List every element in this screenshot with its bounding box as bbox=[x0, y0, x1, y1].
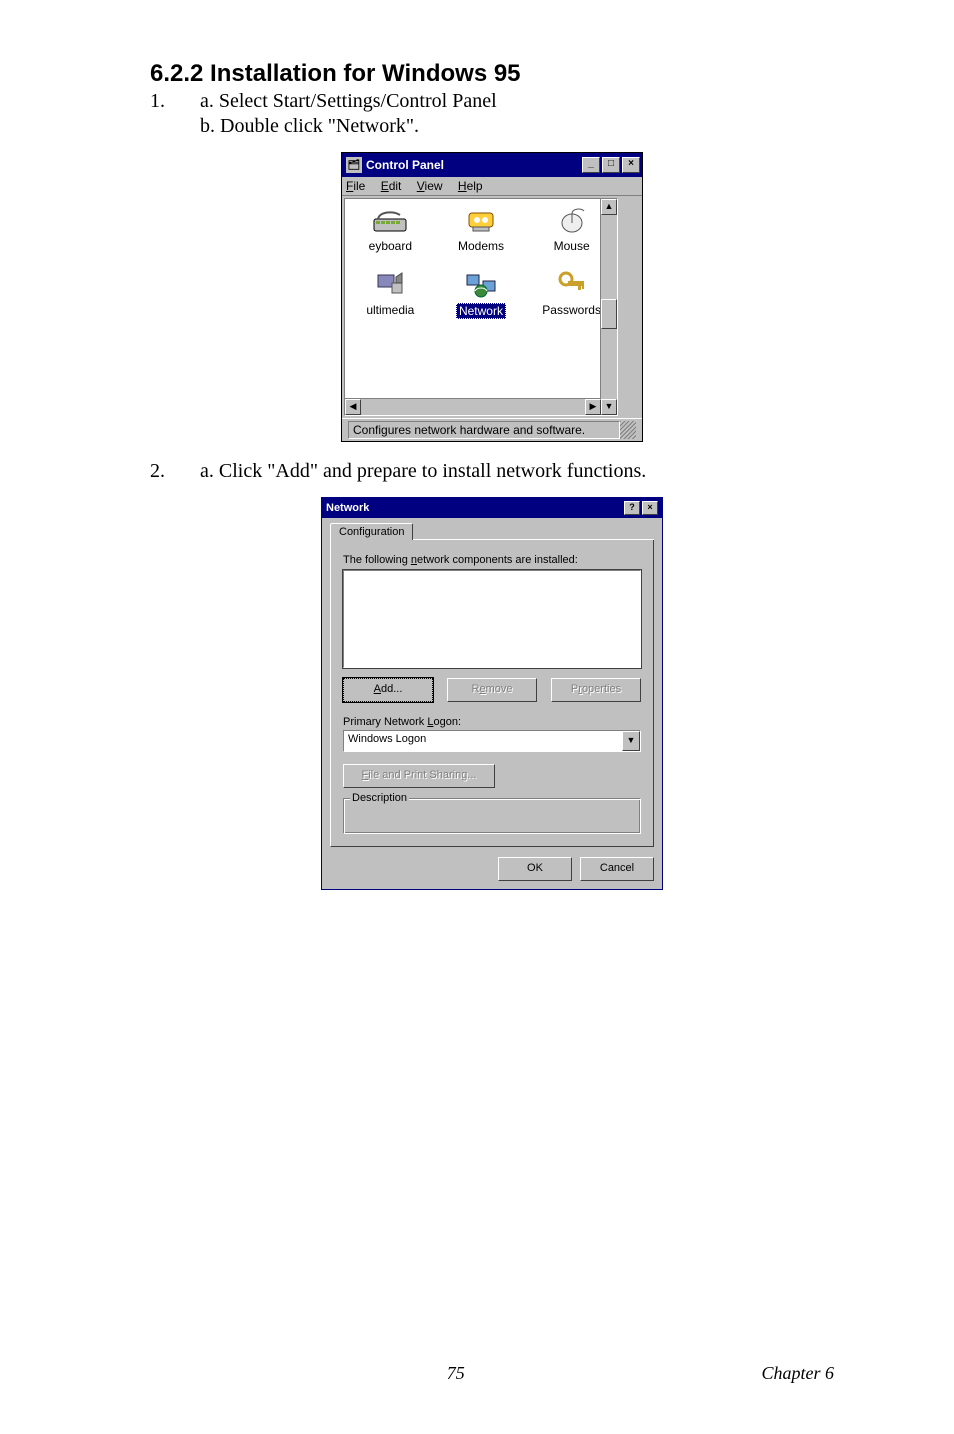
step-2a: 2. a. Click "Add" and prepare to install… bbox=[150, 460, 834, 483]
menubar: File Edit View Help bbox=[342, 177, 642, 196]
minimize-button[interactable]: _ bbox=[582, 157, 600, 173]
client-area: eyboard Modems Mouse ultimedia bbox=[344, 198, 618, 416]
step-1a-text: a. Select Start/Settings/Control Panel bbox=[200, 90, 834, 113]
modem-icon bbox=[463, 205, 499, 235]
icon-label: eyboard bbox=[350, 239, 430, 253]
window-title: Control Panel bbox=[366, 158, 444, 172]
file-print-sharing-button: File and Print Sharing... bbox=[343, 764, 495, 788]
description-label: Description bbox=[350, 792, 409, 804]
close-button[interactable]: × bbox=[642, 501, 658, 515]
control-panel-window: 🗂 Control Panel _ □ × File Edit View Hel… bbox=[341, 152, 643, 442]
help-button[interactable]: ? bbox=[624, 501, 640, 515]
network-dialog: Network ? × Configuration The following … bbox=[321, 497, 663, 890]
menu-file[interactable]: File bbox=[346, 179, 365, 193]
step-1b-text: b. Double click "Network". bbox=[200, 115, 834, 138]
icon-keyboard[interactable]: eyboard bbox=[350, 205, 430, 253]
description-group: Description bbox=[343, 798, 641, 834]
statusbar: Configures network hardware and software… bbox=[342, 418, 642, 441]
dialog-title: Network bbox=[326, 502, 369, 514]
tab-panel: The following network components are ins… bbox=[330, 539, 654, 847]
icon-label: Network bbox=[456, 303, 506, 319]
primary-logon-label: Primary Network Logon: bbox=[343, 716, 641, 728]
vertical-scrollbar[interactable]: ▲ ▼ bbox=[600, 199, 617, 415]
scroll-left-button[interactable]: ◀ bbox=[345, 399, 361, 415]
page-number: 75 bbox=[447, 1363, 465, 1384]
step-2a-text: a. Click "Add" and prepare to install ne… bbox=[200, 460, 834, 483]
icon-label: ultimedia bbox=[350, 303, 430, 317]
icon-network[interactable]: Network bbox=[441, 269, 521, 319]
tab-configuration[interactable]: Configuration bbox=[330, 523, 413, 540]
step-1a: 1. a. Select Start/Settings/Control Pane… bbox=[150, 90, 834, 113]
properties-button: Properties bbox=[551, 678, 641, 702]
remove-button: Remove bbox=[447, 678, 537, 702]
maximize-button[interactable]: □ bbox=[602, 157, 620, 173]
keyboard-icon bbox=[372, 205, 408, 235]
passwords-icon bbox=[554, 269, 590, 299]
components-label: The following network components are ins… bbox=[343, 554, 641, 566]
scroll-right-button[interactable]: ▶ bbox=[585, 399, 601, 415]
menu-edit[interactable]: Edit bbox=[381, 179, 402, 193]
combo-value: Windows Logon bbox=[344, 731, 622, 751]
menu-view[interactable]: View bbox=[417, 179, 443, 193]
control-panel-icon: 🗂 bbox=[346, 157, 362, 173]
components-listbox[interactable] bbox=[343, 570, 641, 668]
menu-help[interactable]: Help bbox=[458, 179, 483, 193]
step-2-number: 2. bbox=[150, 460, 200, 483]
scroll-thumb[interactable] bbox=[601, 299, 617, 329]
icon-multimedia[interactable]: ultimedia bbox=[350, 269, 430, 319]
scroll-down-button[interactable]: ▼ bbox=[601, 399, 617, 415]
close-button[interactable]: × bbox=[622, 157, 640, 173]
status-text: Configures network hardware and software… bbox=[348, 421, 620, 439]
step-1-number: 1. bbox=[150, 90, 200, 113]
ok-button[interactable]: OK bbox=[498, 857, 572, 881]
mouse-icon bbox=[554, 205, 590, 235]
step-1b: b. Double click "Network". bbox=[150, 115, 834, 138]
scroll-up-button[interactable]: ▲ bbox=[601, 199, 617, 215]
network-icon bbox=[463, 269, 499, 299]
horizontal-scrollbar[interactable]: ◀ ▶ bbox=[345, 398, 601, 415]
titlebar[interactable]: 🗂 Control Panel _ □ × bbox=[342, 153, 642, 177]
primary-logon-combo[interactable]: Windows Logon ▼ bbox=[343, 730, 641, 752]
section-heading: 6.2.2 Installation for Windows 95 bbox=[150, 60, 834, 88]
icon-modems[interactable]: Modems bbox=[441, 205, 521, 253]
cancel-button[interactable]: Cancel bbox=[580, 857, 654, 881]
add-button[interactable]: Add... bbox=[343, 678, 433, 702]
resize-grip[interactable] bbox=[620, 421, 636, 439]
dialog-titlebar[interactable]: Network ? × bbox=[322, 498, 662, 518]
chapter-label: Chapter 6 bbox=[761, 1363, 834, 1384]
chevron-down-icon[interactable]: ▼ bbox=[622, 731, 640, 751]
multimedia-icon bbox=[372, 269, 408, 299]
icon-label: Modems bbox=[441, 239, 521, 253]
